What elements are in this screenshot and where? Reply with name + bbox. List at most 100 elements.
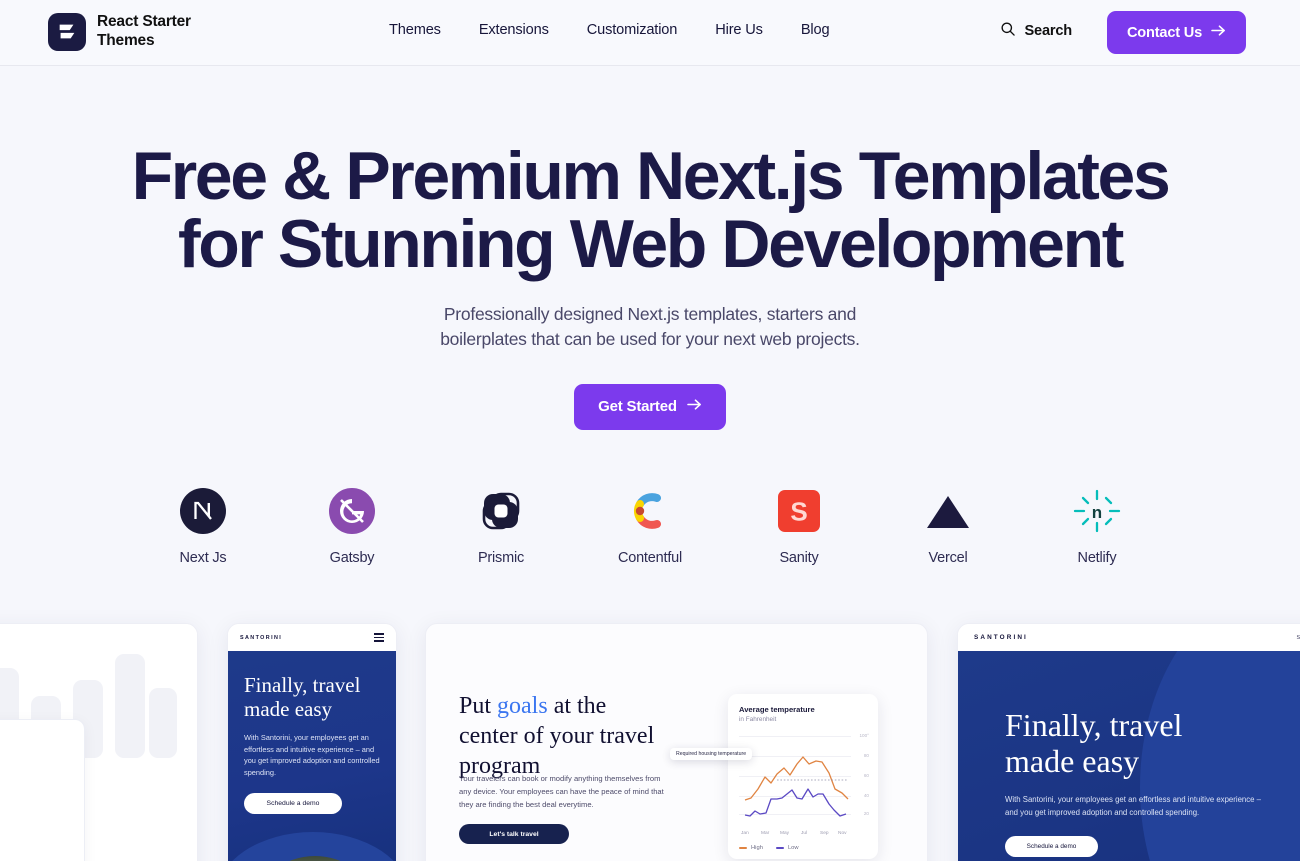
brand-name: React Starter Themes [97, 13, 191, 49]
svg-text:n: n [1092, 503, 1102, 522]
contact-us-label: Contact Us [1126, 24, 1202, 41]
page-root: React Starter Themes Themes Extensions C… [0, 0, 1300, 861]
tech-label-nextjs: Next Js [179, 550, 227, 566]
tech-label-contentful: Contentful [617, 550, 683, 566]
hamburger-menu-icon[interactable] [374, 633, 384, 642]
chart-subtitle: in Fahrenheit [739, 716, 777, 723]
card4-heading: Finally, travel made easy [1005, 707, 1183, 780]
chart-annotation-tooltip: Required housing temperature [670, 748, 753, 760]
template-card-santorini-desktop[interactable]: SANTORINI Solutions Tech & data Success … [957, 623, 1300, 861]
card1-title: Adventure [0, 779, 85, 805]
card2-logo: SANTORINI [240, 634, 283, 641]
main-nav: Themes Extensions Customization Hire Us … [389, 22, 830, 38]
legend-label-low: Low [787, 845, 799, 851]
temperature-chart: Average temperature in Fahrenheit 100° 8… [670, 694, 878, 859]
netlify-icon: n [1051, 480, 1144, 542]
tech-item-sanity[interactable]: S Sanity [753, 480, 846, 566]
card3-heading-pre: Put [459, 693, 498, 719]
nav-item-blog[interactable]: Blog [801, 22, 830, 38]
tech-item-prismic[interactable]: Prismic [455, 480, 548, 566]
tech-label-vercel: Vercel [928, 550, 968, 566]
get-started-label: Get Started [598, 398, 677, 416]
card4-logo: SANTORINI [974, 634, 1028, 641]
nextjs-icon [157, 480, 250, 542]
hero-subtitle: Professionally designed Next.js template… [440, 304, 860, 349]
chart-xtick-1: Mar [761, 831, 770, 836]
hero-section: Free & Premium Next.js Templates for Stu… [0, 66, 1300, 430]
chart-xtick-3: Jul [801, 831, 808, 836]
gatsby-icon [306, 480, 399, 542]
card4-topbar: SANTORINI Solutions Tech & data Success … [958, 624, 1300, 651]
template-previews: eryone Adventure Team building, fun and … [0, 623, 1300, 861]
tech-item-contentful[interactable]: Contentful [604, 480, 697, 566]
arrow-right-icon [687, 398, 702, 415]
contentful-icon [604, 480, 697, 542]
legend-label-high: High [751, 845, 763, 851]
legend-swatch-low [775, 847, 784, 849]
tech-label-sanity: Sanity [779, 550, 819, 566]
contact-us-button[interactable]: Contact Us [1106, 11, 1246, 54]
tech-label-netlify: Netlify [1077, 550, 1117, 566]
chart-ytick-0: 100° [859, 733, 869, 738]
tech-label-prismic: Prismic [477, 550, 525, 566]
card2-hero: Finally, travel made easy With Santorini… [228, 651, 396, 861]
card2-topbar: SANTORINI [228, 624, 396, 651]
legend-item-low: Low [775, 845, 799, 851]
page-title: Free & Premium Next.js Templates for Stu… [131, 138, 1171, 282]
tech-label-gatsby: Gatsby [329, 550, 375, 566]
template-card-santorini-mobile[interactable]: SANTORINI Finally, travel made easy With… [227, 623, 397, 861]
tech-item-vercel[interactable]: Vercel [902, 480, 995, 566]
card2-heading: Finally, travel made easy [244, 673, 361, 722]
card1-text: Team building, fun and adventure for the… [0, 810, 55, 834]
card3-cta-button[interactable]: Let's talk travel [459, 824, 569, 844]
nav-item-customization[interactable]: Customization [587, 22, 678, 38]
chart-series-low [744, 788, 847, 817]
tech-item-netlify[interactable]: n Netlify [1051, 480, 1144, 566]
chart-plot-area: 100° 80 60 40 20 Jan Mar May Jul Sep Nov [739, 732, 869, 836]
template-card-adventure[interactable]: eryone Adventure Team building, fun and … [0, 623, 198, 861]
chart-title: Average temperature [739, 705, 815, 714]
chart-xtick-5: Nov [838, 831, 847, 836]
card3-heading: Put goals at the center of your travel p… [459, 692, 709, 781]
search-button[interactable]: Search [1000, 21, 1072, 41]
tech-item-gatsby[interactable]: Gatsby [306, 480, 399, 566]
svg-text:S: S [790, 497, 807, 527]
sanity-icon: S [753, 480, 846, 542]
react-starter-themes-logo-icon [48, 13, 86, 51]
legend-swatch-high [739, 847, 747, 849]
legend-item-high: High [739, 845, 763, 851]
card1-inner: eryone Adventure Team building, fun and … [0, 624, 197, 861]
site-header: React Starter Themes Themes Extensions C… [0, 0, 1300, 66]
card2-paragraph: With Santorini, your employees get an ef… [244, 733, 380, 777]
brand[interactable]: React Starter Themes [48, 13, 191, 51]
card4-content: Finally, travel made easy With Santorini… [958, 651, 1300, 858]
card4-cta-button[interactable]: Schedule a demo [1005, 836, 1098, 858]
chart-ytick-4: 20 [863, 811, 869, 816]
prismic-icon [455, 480, 548, 542]
chart-xtick-4: Sep [820, 831, 829, 836]
chart-xtick-2: May [780, 831, 790, 836]
card3-paragraph: Your travelers can book or modify anythi… [459, 774, 664, 810]
chart-ytick-3: 40 [863, 793, 869, 798]
card4-nav: Solutions Tech & data Success stories Co… [1297, 635, 1300, 641]
chart-ytick-2: 60 [863, 773, 869, 778]
search-icon [1000, 21, 1016, 41]
nav-item-hire-us[interactable]: Hire Us [715, 22, 763, 38]
card3-heading-highlight: goals [497, 693, 548, 719]
chart-legend: High Low [739, 845, 799, 851]
arrow-right-icon [1211, 24, 1226, 41]
search-button-label: Search [1024, 23, 1073, 39]
card2-cta-button[interactable]: Schedule a demo [244, 793, 342, 815]
nav-item-themes[interactable]: Themes [389, 22, 441, 38]
tech-item-nextjs[interactable]: Next Js [157, 480, 250, 566]
chart-series-high [744, 756, 849, 801]
get-started-button[interactable]: Get Started [574, 383, 726, 430]
nav-item-extensions[interactable]: Extensions [479, 22, 549, 38]
template-card-goals[interactable]: Put goals at the center of your travel p… [425, 623, 928, 861]
card4-nav-item-solutions[interactable]: Solutions [1297, 635, 1300, 641]
chart-xtick-0: Jan [741, 831, 749, 836]
technology-logos: Next Js Gatsby Prismic Contentful S Sani… [0, 480, 1300, 566]
card4-hero: Finally, travel made easy With Santorini… [958, 651, 1300, 861]
card4-paragraph: With Santorini, your employees get an ef… [1005, 794, 1261, 817]
chart-ytick-1: 80 [863, 753, 869, 758]
